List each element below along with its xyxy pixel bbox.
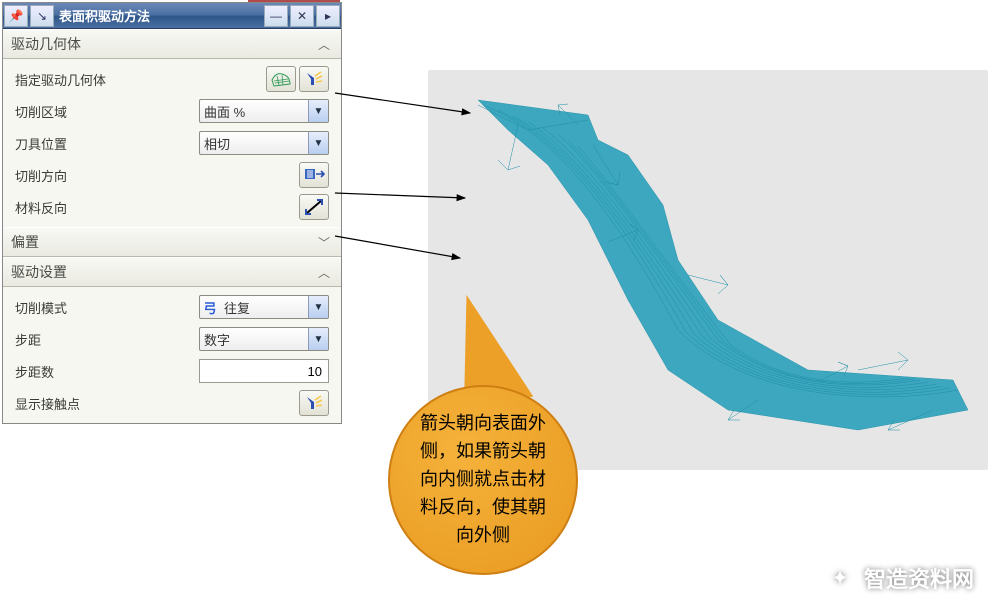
section-label: 驱动几何体 — [11, 34, 315, 54]
cut-region-dropdown[interactable]: 曲面 % ▼ — [199, 99, 329, 123]
cut-mode-value: 往复 — [220, 298, 308, 317]
row-step-count: 步距数 — [3, 355, 341, 387]
titlebar: 📌 ↘ 表面积驱动方法 — ✕ ▸ — [3, 3, 341, 29]
row-tool-position: 刀具位置 相切 ▼ — [3, 127, 341, 159]
pin-icon[interactable]: 📌 — [4, 5, 28, 27]
chevron-down-icon: ▼ — [308, 328, 328, 350]
minimize-button[interactable]: — — [264, 5, 288, 27]
chevron-up-icon: ︿ — [315, 35, 333, 53]
tool-position-label: 刀具位置 — [15, 134, 199, 153]
step-value: 数字 — [200, 330, 308, 349]
section-header-offset[interactable]: 偏置 ﹀ — [3, 227, 341, 257]
chevron-up-icon: ︿ — [315, 263, 333, 281]
watermark: ✦ 智造资料网 — [824, 562, 974, 594]
tool-position-value: 相切 — [200, 134, 308, 153]
section-body-drive-geometry: 指定驱动几何体 切削区域 曲面 % ▼ 刀具位置 相切 ▼ 切削方向 — [3, 59, 341, 227]
back-arrow-icon[interactable]: ↘ — [30, 5, 54, 27]
step-dropdown[interactable]: 数字 ▼ — [199, 327, 329, 351]
chevron-down-icon: ▼ — [308, 100, 328, 122]
row-show-contact: 显示接触点 — [3, 387, 341, 419]
flashlight-button[interactable] — [299, 66, 329, 92]
specify-drive-geometry-label: 指定驱动几何体 — [15, 70, 263, 89]
row-specify-drive-geometry: 指定驱动几何体 — [3, 63, 341, 95]
row-cut-region: 切削区域 曲面 % ▼ — [3, 95, 341, 127]
expand-button[interactable]: ▸ — [316, 5, 340, 27]
section-label: 偏置 — [11, 232, 315, 252]
section-body-drive-settings: 切削模式 弓 往复 ▼ 步距 数字 ▼ 步距数 显示接触点 — [3, 287, 341, 423]
chevron-down-icon: ▼ — [308, 296, 328, 318]
callout-text: 箭头朝向表面外侧，如果箭头朝向内侧就点击材料反向，使其朝向外侧 — [412, 410, 554, 549]
row-step: 步距 数字 ▼ — [3, 323, 341, 355]
material-reverse-button[interactable] — [299, 194, 329, 220]
watermark-text: 智造资料网 — [864, 562, 974, 594]
cut-direction-label: 切削方向 — [15, 166, 296, 185]
tool-position-dropdown[interactable]: 相切 ▼ — [199, 131, 329, 155]
cut-mode-dropdown[interactable]: 弓 往复 ▼ — [199, 295, 329, 319]
close-button[interactable]: ✕ — [290, 5, 314, 27]
row-cut-direction: 切削方向 — [3, 159, 341, 191]
row-cut-mode: 切削模式 弓 往复 ▼ — [3, 291, 341, 323]
wechat-icon: ✦ — [824, 562, 856, 594]
section-label: 驱动设置 — [11, 262, 315, 282]
section-header-drive-geometry[interactable]: 驱动几何体 ︿ — [3, 29, 341, 59]
titlebar-title: 表面积驱动方法 — [55, 6, 263, 25]
cut-mode-label: 切削模式 — [15, 298, 199, 317]
material-reverse-label: 材料反向 — [15, 198, 296, 217]
show-contact-button[interactable] — [299, 390, 329, 416]
row-material-reverse: 材料反向 — [3, 191, 341, 223]
select-geometry-button[interactable] — [266, 66, 296, 92]
surface-drive-method-panel: 📌 ↘ 表面积驱动方法 — ✕ ▸ 驱动几何体 ︿ 指定驱动几何体 切削区域 曲… — [2, 2, 342, 424]
step-count-label: 步距数 — [15, 362, 199, 381]
section-header-drive-settings[interactable]: 驱动设置 ︿ — [3, 257, 341, 287]
cut-direction-button[interactable] — [299, 162, 329, 188]
cut-region-label: 切削区域 — [15, 102, 199, 121]
callout-bubble: 箭头朝向表面外侧，如果箭头朝向内侧就点击材料反向，使其朝向外侧 — [388, 385, 578, 575]
chevron-down-icon: ﹀ — [315, 233, 333, 251]
step-count-input[interactable] — [199, 359, 329, 383]
step-label: 步距 — [15, 330, 199, 349]
show-contact-label: 显示接触点 — [15, 394, 296, 413]
cut-region-value: 曲面 % — [200, 102, 308, 121]
chevron-down-icon: ▼ — [308, 132, 328, 154]
zig-icon: 弓 — [200, 298, 220, 317]
